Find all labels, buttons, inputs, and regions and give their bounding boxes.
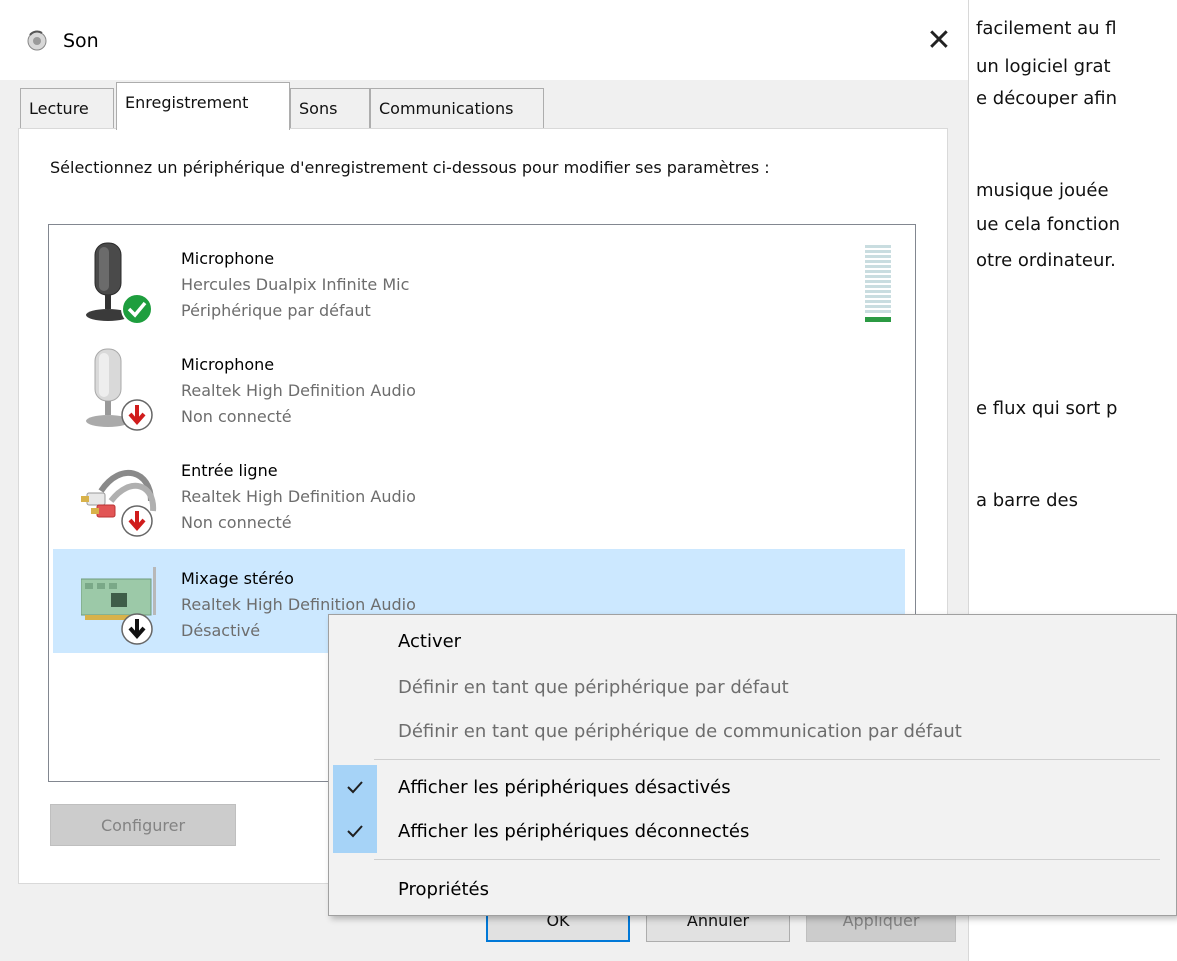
microphone-disconnected-icon [86,348,153,431]
title-bar[interactable]: Son ✕ [0,0,968,80]
menu-separator [374,759,1160,760]
tab-sons[interactable]: Sons [290,88,370,128]
sound-card-disabled-icon [81,567,156,645]
article-line: ue cela fonction [976,214,1121,235]
article-line: e découper afin [976,88,1118,109]
context-menu: Activer Définir en tant que périphérique… [328,614,1177,916]
window-title: Son [63,30,99,52]
device-status: Non connecté [181,407,292,426]
menu-item-proprietes[interactable]: Propriétés [329,867,1177,911]
device-name: Microphone [181,355,275,374]
menu-item-activer[interactable]: Activer [329,619,1177,663]
article-line: e flux qui sort p [976,398,1118,419]
device-status: Périphérique par défaut [181,301,371,320]
menu-item-show-disabled[interactable]: Afficher les périphériques désactivés [329,765,1177,809]
close-button[interactable]: ✕ [920,22,958,60]
menu-item-label: Définir en tant que périphérique par déf… [398,677,789,698]
checkmark-icon [333,809,377,853]
device-status: Non connecté [181,513,292,532]
article-line: musique jouée [976,180,1109,201]
menu-item-label: Afficher les périphériques déconnectés [398,821,750,842]
configure-button[interactable]: Configurer [50,804,236,846]
device-status: Désactivé [181,621,261,640]
menu-item-label: Définir en tant que périphérique de comm… [398,721,962,742]
menu-item-label: Afficher les périphériques désactivés [398,777,731,798]
device-name: Mixage stéréo [181,569,294,588]
device-driver: Realtek High Definition Audio [181,595,416,614]
device-item-microphone-realtek[interactable]: Microphone Realtek High Definition Audio… [53,335,905,439]
device-driver: Realtek High Definition Audio [181,381,416,400]
menu-item-set-default: Définir en tant que périphérique par déf… [329,665,1177,709]
device-driver: Realtek High Definition Audio [181,487,416,506]
instructions-text: Sélectionnez un périphérique d'enregistr… [50,158,770,177]
line-in-disconnected-icon [81,469,157,537]
tab-lecture[interactable]: Lecture [20,88,114,128]
article-line: un logiciel grat [976,56,1111,77]
tab-communications[interactable]: Communications [370,88,544,128]
menu-separator [374,859,1160,860]
device-name: Entrée ligne [181,461,278,480]
menu-item-label: Activer [398,631,462,652]
menu-item-set-default-communication: Définir en tant que périphérique de comm… [329,709,1177,753]
device-driver: Hercules Dualpix Infinite Mic [181,275,410,294]
speaker-icon [27,30,47,51]
tab-enregistrement[interactable]: Enregistrement [116,82,290,130]
article-line: facilement au fl [976,18,1117,39]
article-line: a barre des [976,490,1078,511]
article-line: otre ordinateur. [976,250,1116,271]
close-icon: ✕ [926,23,952,58]
checkmark-icon [333,765,377,809]
microphone-default-icon [86,242,153,325]
device-name: Microphone [181,249,275,268]
device-item-line-in[interactable]: Entrée ligne Realtek High Definition Aud… [53,441,905,545]
level-meter [865,245,891,322]
device-item-microphone-hercules[interactable]: Microphone Hercules Dualpix Infinite Mic… [53,229,905,333]
menu-item-show-disconnected[interactable]: Afficher les périphériques déconnectés [329,809,1177,853]
menu-item-label: Propriétés [398,879,489,900]
